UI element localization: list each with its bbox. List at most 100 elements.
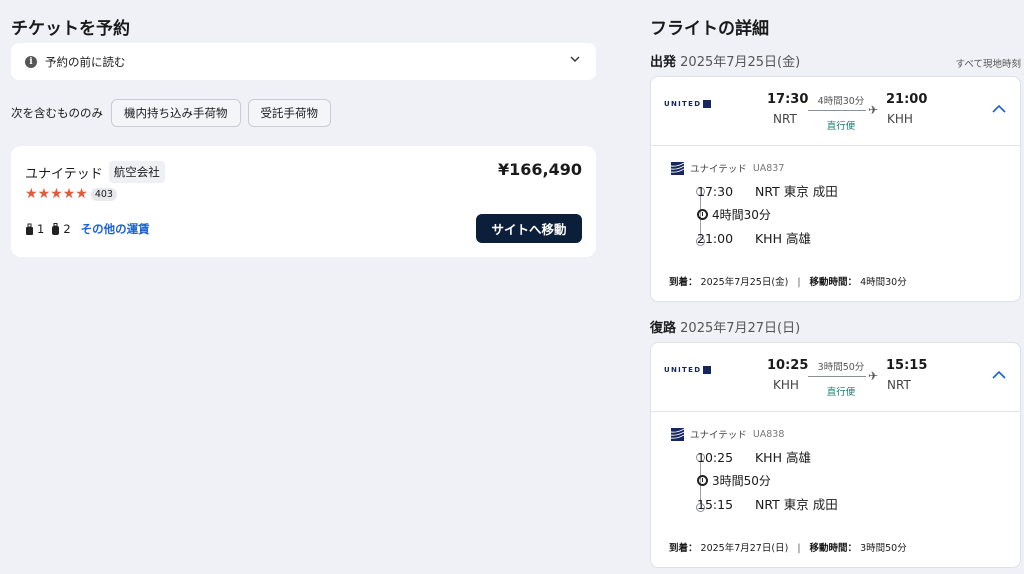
notice-label: 予約の前に読む: [45, 54, 126, 69]
arrival-code: NRT: [887, 378, 911, 392]
segment-carrier: ユナイテッド UA838: [671, 427, 1001, 441]
departure-time: 17:30: [767, 92, 809, 107]
offer-airline: ユナイテッド 航空会社: [25, 161, 165, 183]
segment-departure: 17:30 NRT 東京 成田: [697, 181, 838, 200]
flight-duration: 3時間50分: [817, 362, 865, 373]
checked-count: 2: [63, 222, 71, 236]
rating-count: 403: [90, 187, 117, 201]
star-icon: ★: [62, 186, 76, 202]
chevron-down-icon: [570, 56, 580, 62]
segment-carrier: ユナイテッド UA837: [671, 161, 1001, 175]
segment-dep-time: 17:30: [697, 184, 734, 199]
segment-duration-text: 4時間30分: [712, 208, 771, 222]
outbound-segment: ユナイテッド UA837 17:30 NRT 東京 成田 4時間30分 21:0…: [671, 161, 1001, 246]
arrive-label: 到着：: [669, 277, 698, 288]
clock-icon: [697, 209, 708, 220]
clock-icon: [697, 475, 708, 486]
united-globe-icon: [671, 161, 684, 175]
united-logo-text: UNITED: [664, 100, 702, 108]
local-time-note: すべて現地時刻: [955, 59, 1021, 70]
include-label: 次を含むもののみ: [11, 106, 103, 120]
direct-flight-label: 直行便: [826, 121, 856, 132]
duration-line: [808, 376, 866, 377]
return-flight-card: UNITED 10:25 KHH 3時間50分 ✈ 直行便 15:15 NRT …: [650, 342, 1021, 568]
page-title: チケットを予約: [11, 19, 130, 39]
segment-arr-time: 21:00: [697, 231, 734, 246]
direct-flight-label: 直行便: [826, 387, 856, 398]
star-icon: ★: [75, 186, 88, 202]
return-summary[interactable]: UNITED 10:25 KHH 3時間50分 ✈ 直行便 15:15 NRT: [651, 343, 1020, 412]
checked-bag-icon: [52, 222, 60, 235]
airline-name: ユナイテッド: [25, 166, 103, 182]
checked-bag-filter-chip[interactable]: 受託手荷物: [247, 99, 331, 127]
arrival-code: KHH: [887, 112, 913, 126]
bag-allowance: 1 2 その他の運賃: [25, 221, 150, 237]
segment-arr-place: KHH 高雄: [754, 231, 811, 246]
arrival-summary: 到着： 2025年7月25日(金) | 移動時間： 4時間30分: [669, 277, 907, 288]
flight-details-title: フライトの詳細: [650, 19, 769, 39]
airline-tag: 航空会社: [108, 161, 165, 183]
segment-arrival: 21:00 KHH 高雄: [697, 228, 811, 247]
segment-dep-place: KHH 高雄: [754, 450, 811, 465]
departure-code: KHH: [773, 378, 799, 392]
return-segment: ユナイテッド UA838 10:25 KHH 高雄 3時間50分 15:15 N…: [671, 427, 1001, 512]
page: チケットを予約 i 予約の前に読む 次を含むもののみ 機内持ち込み手荷物 受託手…: [0, 0, 1024, 574]
arrive-date: 2025年7月27日(日): [700, 543, 789, 554]
segment-dep-time: 10:25: [697, 450, 734, 465]
arrival-time: 21:00: [886, 92, 928, 107]
duration-line: [808, 110, 866, 111]
segment-dep-place: NRT 東京 成田: [754, 184, 838, 199]
segment-duration: 3時間50分: [697, 472, 771, 489]
arrival-time: 15:15: [886, 358, 928, 373]
united-logo-text: UNITED: [664, 366, 702, 374]
segment-arrival: 15:15 NRT 東京 成田: [697, 494, 838, 513]
carry-on-bag-icon: [26, 223, 33, 235]
read-before-booking-toggle[interactable]: i 予約の前に読む: [11, 43, 596, 80]
carry-on-count: 1: [37, 222, 45, 236]
carrier-name: ユナイテッド: [690, 430, 747, 441]
chevron-up-icon[interactable]: [992, 370, 1006, 380]
outbound-header: 出発 2025年7月25日(金): [650, 51, 800, 70]
departure-code: NRT: [773, 112, 797, 126]
star-icon: ★: [25, 186, 38, 202]
flight-duration: 4時間30分: [817, 96, 865, 107]
plane-icon: ✈: [868, 369, 879, 383]
star-icon: ★: [50, 186, 63, 202]
united-logo: UNITED: [664, 100, 712, 108]
rating[interactable]: ★ ★ ★ ★ ★ 403: [25, 187, 117, 201]
chevron-up-icon[interactable]: [992, 104, 1006, 114]
star-icon: ★: [37, 186, 51, 202]
return-header: 復路 2025年7月27日(日): [650, 317, 800, 336]
carry-on-filter-chip[interactable]: 機内持ち込み手荷物: [111, 99, 241, 127]
departure-time: 10:25: [767, 358, 809, 373]
other-fares-link[interactable]: その他の運賃: [81, 221, 150, 237]
arrive-date: 2025年7月25日(金): [700, 277, 789, 288]
offer-price: ¥166,490: [497, 160, 582, 179]
plane-icon: ✈: [868, 103, 879, 117]
arrival-summary: 到着： 2025年7月27日(日) | 移動時間： 3時間50分: [669, 543, 907, 554]
arrive-label: 到着：: [669, 543, 698, 554]
carrier-name: ユナイテッド: [690, 164, 747, 175]
outbound-summary[interactable]: UNITED 17:30 NRT 4時間30分 ✈ 直行便 21:00 KHH: [651, 77, 1020, 146]
united-logo: UNITED: [664, 366, 712, 374]
segment-duration-text: 3時間50分: [712, 474, 771, 488]
travel-time: 3時間50分: [860, 543, 907, 554]
segment-arr-place: NRT 東京 成田: [754, 497, 838, 512]
segment-departure: 10:25 KHH 高雄: [697, 447, 811, 466]
flight-number: UA838: [752, 428, 785, 440]
flight-number: UA837: [752, 162, 785, 174]
go-to-site-button[interactable]: サイトへ移動: [476, 214, 582, 243]
travel-label: 移動時間：: [809, 543, 858, 554]
offer-card: ユナイテッド 航空会社 ¥166,490 ★ ★ ★ ★ ★ 403 1 2 そ…: [11, 146, 596, 257]
travel-label: 移動時間：: [809, 277, 858, 288]
travel-time: 4時間30分: [860, 277, 907, 288]
segment-duration: 4時間30分: [697, 206, 771, 223]
info-icon: i: [25, 55, 37, 68]
united-globe-icon: [671, 427, 684, 441]
outbound-flight-card: UNITED 17:30 NRT 4時間30分 ✈ 直行便 21:00 KHH …: [650, 76, 1021, 302]
baggage-filter: 次を含むもののみ 機内持ち込み手荷物 受託手荷物: [11, 99, 338, 127]
return-date: 2025年7月27日(日): [680, 321, 801, 336]
segment-arr-time: 15:15: [697, 497, 734, 512]
return-label: 復路: [650, 321, 677, 336]
outbound-label: 出発: [650, 55, 677, 70]
